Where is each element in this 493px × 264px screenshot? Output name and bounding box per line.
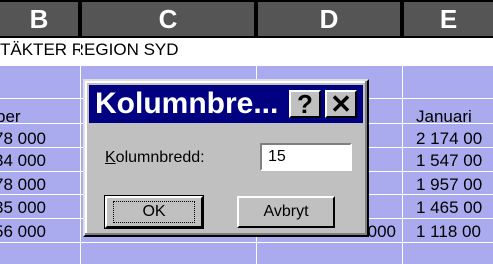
cell-b-header[interactable]: ber [0,106,76,128]
dialog-title: Kolumnbre... [95,87,279,120]
cell-e-header[interactable]: Januari [416,106,493,128]
column-header-d[interactable]: D [258,2,400,36]
cancel-button[interactable]: Avbryt [237,196,335,228]
cell-e[interactable]: 1 465 00 [416,197,493,219]
dialog-titlebar[interactable]: Kolumnbre... ? ✕ [89,85,363,123]
close-button[interactable]: ✕ [325,88,357,119]
cancel-label: Avbryt [263,203,309,220]
cell-b[interactable]: 56 000 [0,221,74,243]
ok-label: OK [113,201,195,223]
cell-e[interactable]: 2 174 00 [416,128,493,150]
column-width-dialog: Kolumnbre... ? ✕ Kolumnbredd: OK Avbryt [83,79,369,237]
title-cell[interactable]: TÄKTER REGION SYD [0,39,300,61]
cell-b[interactable]: 78 000 [0,128,74,150]
cell-e[interactable]: 1 547 00 [416,150,493,172]
column-header-row: B C D E [0,0,493,38]
ok-button[interactable]: OK [104,195,204,229]
column-header-c[interactable]: C [82,2,254,36]
column-width-label: Kolumnbredd: [105,149,205,166]
cell-e[interactable]: 1 118 00 [416,221,493,243]
help-button[interactable]: ? [289,88,321,119]
column-width-input[interactable] [260,143,352,171]
cell-b[interactable]: 78 000 [0,174,74,196]
cell-e[interactable]: 1 957 00 [416,174,493,196]
column-header-b[interactable]: B [0,2,78,36]
cell-b[interactable]: 34 000 [0,150,74,172]
help-icon: ? [297,88,313,119]
cell-b[interactable]: 35 000 [0,197,74,219]
column-header-e[interactable]: E [404,2,493,36]
close-icon: ✕ [330,88,352,119]
